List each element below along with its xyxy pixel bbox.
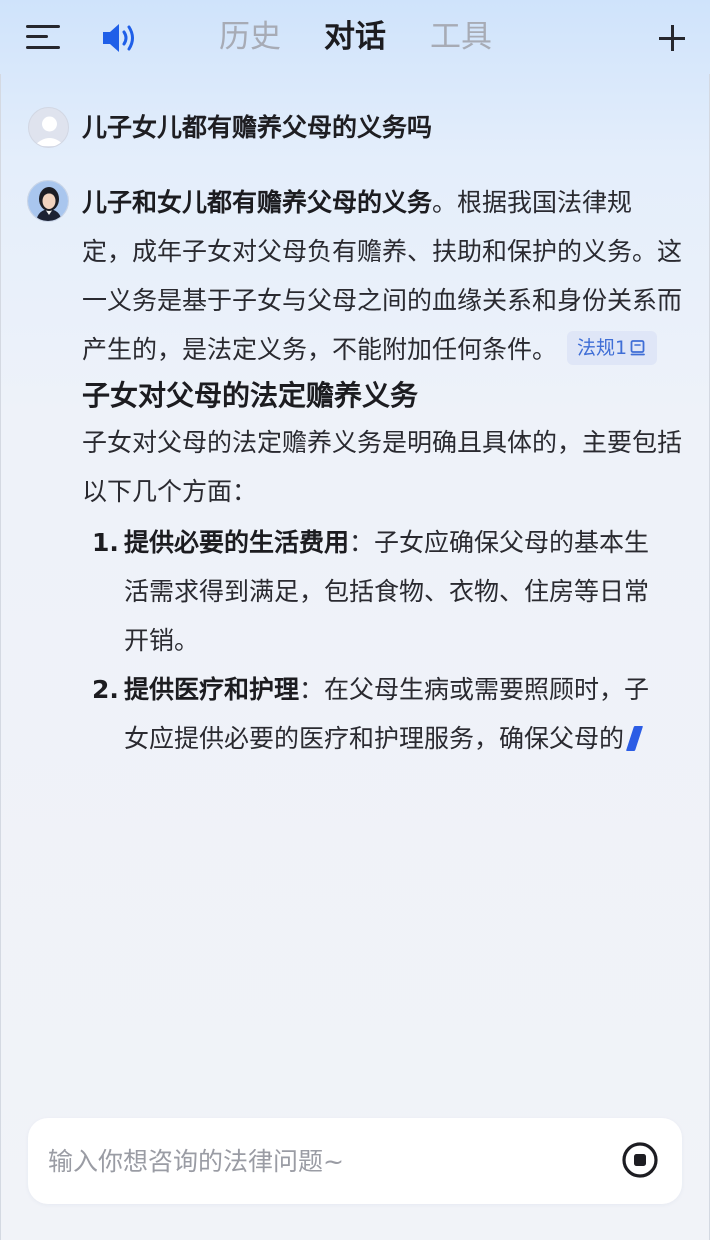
answer-intro-bold: 儿子和女儿都有赡养父母的义务 [82, 188, 433, 217]
list-item-number: 1. [92, 528, 119, 557]
answer-section-paragraph: 子女对父母的法定赡养义务是明确且具体的，主要包括以下几个方面： [82, 428, 683, 506]
user-message: 儿子女儿都有赡养父母的义务吗 [28, 107, 688, 149]
speaker-icon[interactable] [100, 20, 138, 56]
frame-border-left [0, 74, 1, 1240]
list-item-title: 提供医疗和护理 [124, 675, 300, 704]
citation-label: 法规1 [577, 337, 628, 359]
top-bar: 历史 对话 工具 [0, 0, 710, 76]
tab-tools[interactable]: 工具 [430, 15, 492, 59]
assistant-avatar [27, 180, 69, 222]
input-bar [28, 1118, 682, 1204]
new-chat-plus-icon[interactable] [656, 22, 688, 54]
question-input[interactable] [48, 1136, 588, 1186]
user-avatar [28, 107, 69, 148]
user-message-text: 儿子女儿都有赡养父母的义务吗 [82, 113, 433, 142]
citation-chip[interactable]: 法规1 [567, 331, 658, 365]
assistant-answer: 儿子和女儿都有赡养父母的义务。根据我国法律规定，成年子女对父母负有赡养、扶助和保… [82, 178, 682, 763]
tab-chat[interactable]: 对话 [324, 15, 386, 59]
answer-intro-paragraph: 儿子和女儿都有赡养父母的义务。根据我国法律规定，成年子女对父母负有赡养、扶助和保… [82, 178, 682, 374]
menu-icon[interactable] [26, 22, 62, 52]
typing-cursor-icon [625, 726, 644, 751]
tab-history[interactable]: 历史 [219, 15, 281, 59]
book-icon [630, 340, 646, 356]
answer-section-heading: 子女对父母的法定赡养义务 [82, 379, 419, 412]
answer-list: 1. 提供必要的生活费用：子女应确保父母的基本生活需求得到满足，包括食物、衣物、住… [82, 518, 682, 763]
stop-generating-icon[interactable] [621, 1141, 659, 1179]
list-item: 2. 提供医疗和护理：在父母生病或需要照顾时，子女应提供必要的医疗和护理服务，确保… [82, 665, 672, 763]
list-item: 1. 提供必要的生活费用：子女应确保父母的基本生活需求得到满足，包括食物、衣物、住… [82, 518, 672, 665]
list-item-number: 2. [92, 675, 119, 704]
list-item-title: 提供必要的生活费用 [124, 528, 350, 557]
